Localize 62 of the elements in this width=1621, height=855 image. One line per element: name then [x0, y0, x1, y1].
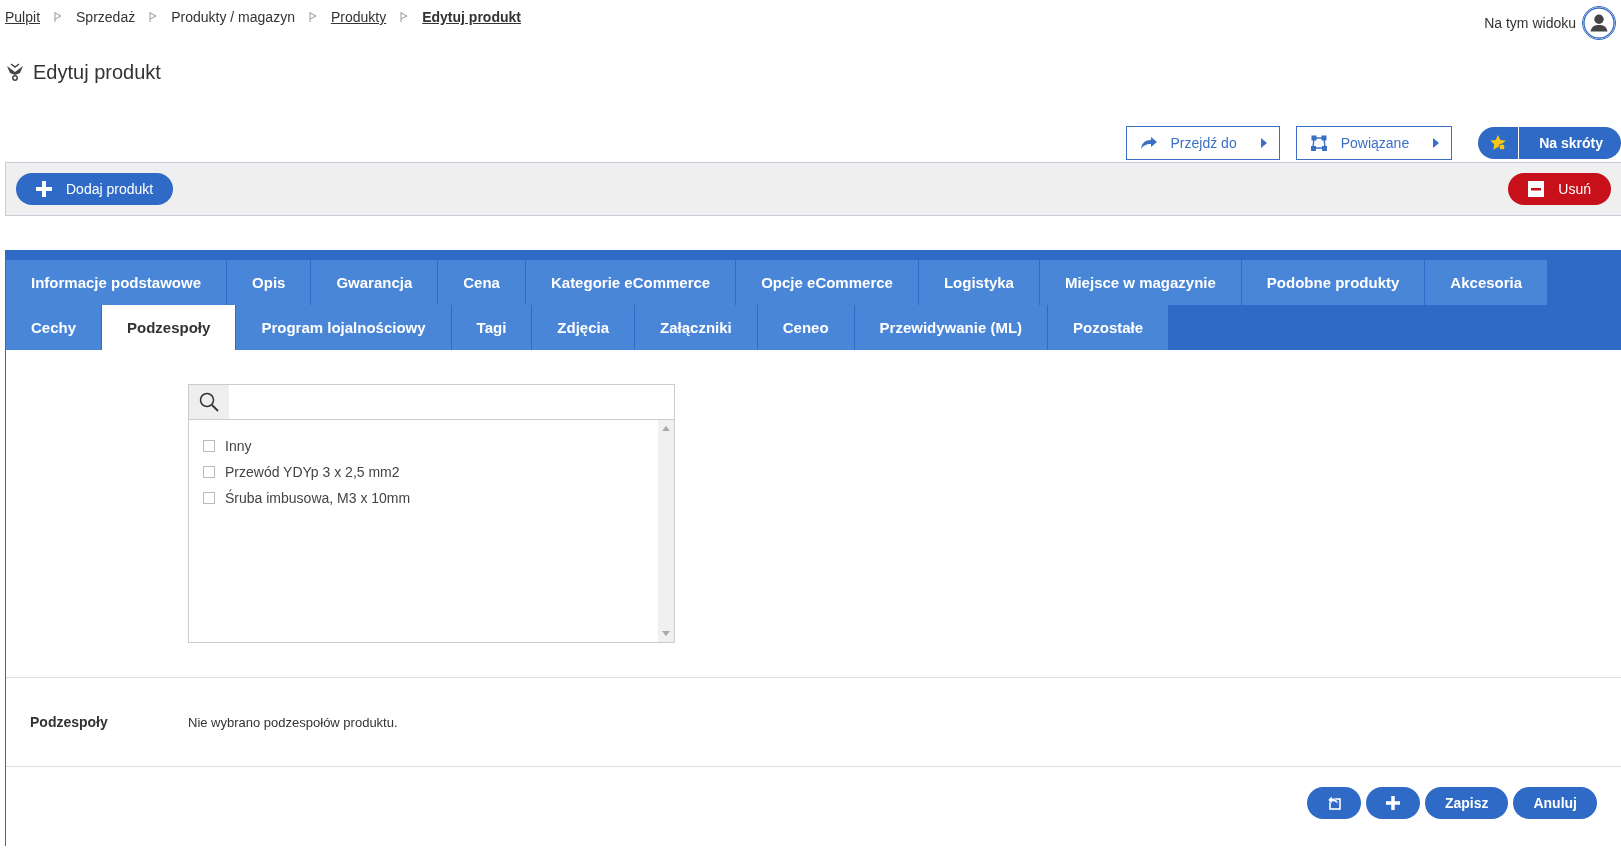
star-icon — [1489, 134, 1508, 152]
tab[interactable]: Ceneo — [757, 305, 854, 350]
return-button[interactable] — [1306, 787, 1361, 819]
share-arrow-icon — [1140, 136, 1157, 150]
breadcrumb-separator-icon — [308, 12, 317, 22]
breadcrumb-item: Produkty / magazyn — [171, 9, 295, 25]
plus-icon — [36, 181, 52, 197]
component-label[interactable]: Przewód YDYp 3 x 2,5 mm2 — [225, 464, 400, 480]
tab[interactable]: Informacje podstawowe — [6, 260, 227, 305]
tab[interactable]: Zdjęcia — [532, 305, 635, 350]
tab[interactable]: Logistyka — [918, 260, 1039, 305]
tab[interactable]: Przewidywanie (ML) — [854, 305, 1048, 350]
tab[interactable]: Podobne produkty — [1241, 260, 1425, 305]
footer-button[interactable]: Zapisz — [1424, 787, 1509, 819]
tab[interactable]: Opcje eCommerce — [736, 260, 918, 305]
summary-label: Podzespoły — [29, 714, 109, 730]
breadcrumb-separator-icon — [54, 12, 63, 22]
tab[interactable]: Gwarancja — [311, 260, 438, 305]
user-avatar-icon[interactable] — [1582, 6, 1616, 40]
tab[interactable]: Akcesoria — [1425, 260, 1548, 305]
tab[interactable]: Cechy — [6, 305, 102, 350]
tab[interactable]: Cena — [438, 260, 525, 305]
return-icon — [1326, 796, 1341, 810]
tab[interactable]: Pozostałe — [1048, 305, 1169, 350]
search-icon — [199, 392, 219, 412]
breadcrumb-item: Sprzedaż — [76, 9, 136, 25]
summary-value: Nie wybrano podzespołów produktu. — [188, 714, 398, 730]
caret-icon — [1260, 138, 1267, 148]
view-menu-label[interactable]: Na tym widoku — [1484, 15, 1576, 31]
minus-square-icon — [1528, 181, 1545, 197]
checkbox[interactable] — [203, 492, 215, 504]
tab[interactable]: Podzespoły — [102, 305, 236, 350]
checkbox[interactable] — [203, 440, 215, 452]
tab[interactable]: Miejsce w magazynie — [1039, 260, 1241, 305]
footer-button[interactable]: Anuluj — [1513, 787, 1597, 819]
plus-icon — [1385, 796, 1400, 810]
scrollbar[interactable] — [658, 420, 674, 642]
shortcuts-button[interactable]: Na skróty — [1478, 127, 1621, 159]
tab[interactable]: Kategorie eCommerce — [525, 260, 736, 305]
search-field[interactable] — [189, 385, 674, 420]
component-label[interactable]: Inny — [225, 438, 252, 454]
page-title: Edytuj produkt — [33, 60, 161, 84]
scroll-down-icon[interactable] — [662, 631, 670, 636]
breadcrumb-separator-icon — [149, 12, 158, 22]
scroll-up-icon[interactable] — [662, 426, 670, 431]
breadcrumb-item[interactable]: Produkty — [330, 9, 387, 25]
related-button[interactable]: Powiązane — [1295, 126, 1453, 160]
go-to-button[interactable]: Przejdź do — [1125, 126, 1280, 160]
product-icon — [5, 63, 25, 81]
component-label[interactable]: Śruba imbusowa, M3 x 10mm — [225, 490, 411, 506]
tab[interactable]: Opis — [227, 260, 311, 305]
delete-button[interactable]: Usuń — [1508, 173, 1611, 205]
breadcrumb-item[interactable]: Pulpit — [5, 9, 41, 25]
add-button[interactable] — [1365, 787, 1420, 819]
add-product-button[interactable]: Dodaj produkt — [16, 173, 174, 205]
checkbox[interactable] — [203, 466, 215, 478]
breadcrumb-separator-icon — [400, 12, 409, 22]
tab[interactable]: Załączniki — [635, 305, 757, 350]
breadcrumb-item[interactable]: Edytuj produkt — [422, 9, 521, 25]
caret-icon — [1433, 138, 1440, 148]
tab[interactable]: Tagi — [451, 305, 532, 350]
tab[interactable]: Program lojalnościowy — [236, 305, 451, 350]
